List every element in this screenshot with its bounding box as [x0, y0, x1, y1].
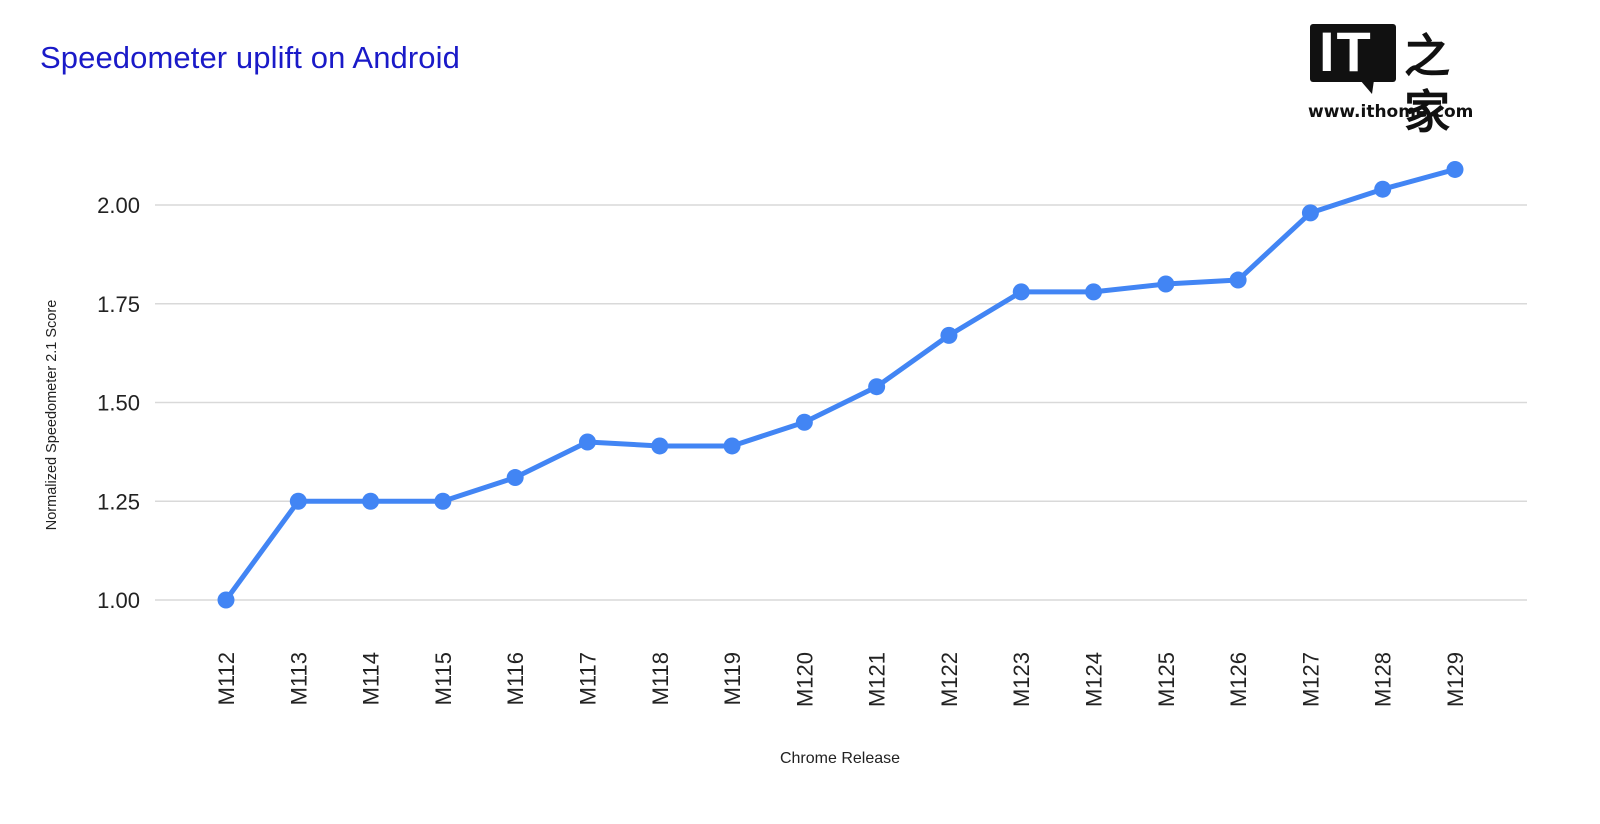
- data-point-m114: [362, 492, 380, 510]
- x-tick-label: M129: [1443, 652, 1468, 707]
- data-point-m116: [506, 469, 524, 487]
- data-point-m112: [217, 591, 235, 609]
- y-axis-ticks: 1.00 1.25 1.50 1.75 2.00: [97, 193, 140, 613]
- x-tick-label: M126: [1226, 652, 1251, 707]
- x-tick-label: M128: [1371, 652, 1396, 707]
- data-point-m115: [434, 492, 452, 510]
- data-point-m122: [940, 326, 958, 344]
- x-tick-label: M122: [937, 652, 962, 707]
- y-tick-label: 1.00: [97, 588, 140, 613]
- y-tick-label: 2.00: [97, 193, 140, 218]
- x-tick-label: M127: [1298, 652, 1323, 707]
- x-tick-label: M123: [1009, 652, 1034, 707]
- data-point-m124: [1085, 283, 1103, 301]
- x-tick-label: M125: [1154, 652, 1179, 707]
- x-tick-label: M120: [792, 652, 817, 707]
- x-tick-label: M113: [286, 652, 311, 705]
- y-tick-label: 1.25: [97, 489, 140, 514]
- y-axis-label: Normalized Speedometer 2.1 Score: [44, 300, 60, 531]
- y-tick-label: 1.75: [97, 292, 140, 317]
- data-point-m129: [1446, 160, 1464, 178]
- x-tick-label: M116: [503, 652, 528, 705]
- data-point-m123: [1012, 283, 1030, 301]
- x-axis-ticks: M112 M113 M114 M115 M116 M117 M118 M119 M120 M121…: [214, 652, 1468, 707]
- data-point-m126: [1229, 271, 1247, 289]
- data-point-m127: [1301, 204, 1319, 222]
- x-tick-label: M115: [431, 652, 456, 705]
- data-point-m120: [795, 413, 813, 431]
- x-tick-label: M118: [648, 652, 673, 705]
- y-tick-label: 1.50: [97, 391, 140, 416]
- x-tick-label: M114: [359, 652, 384, 705]
- data-point-m117: [578, 433, 596, 451]
- data-point-m125: [1157, 275, 1175, 293]
- line-chart: 1.001.251.501.752.00 M112 M113 M114 M115 M11…: [44, 160, 1527, 767]
- data-point-m119: [723, 437, 741, 455]
- x-tick-label: M117: [575, 652, 600, 705]
- data-point-m121: [868, 378, 886, 396]
- x-tick-label: M119: [720, 652, 745, 705]
- data-point-m118: [651, 437, 669, 455]
- x-tick-label: M121: [865, 652, 890, 707]
- x-tick-label: M124: [1082, 652, 1107, 707]
- data-point-m113: [289, 492, 307, 510]
- series-line: [223, 166, 1458, 603]
- x-axis-label: Chrome Release: [780, 750, 900, 767]
- data-point-m128: [1374, 180, 1392, 198]
- x-tick-label: M112: [214, 652, 239, 705]
- series-line-group: [217, 160, 1464, 609]
